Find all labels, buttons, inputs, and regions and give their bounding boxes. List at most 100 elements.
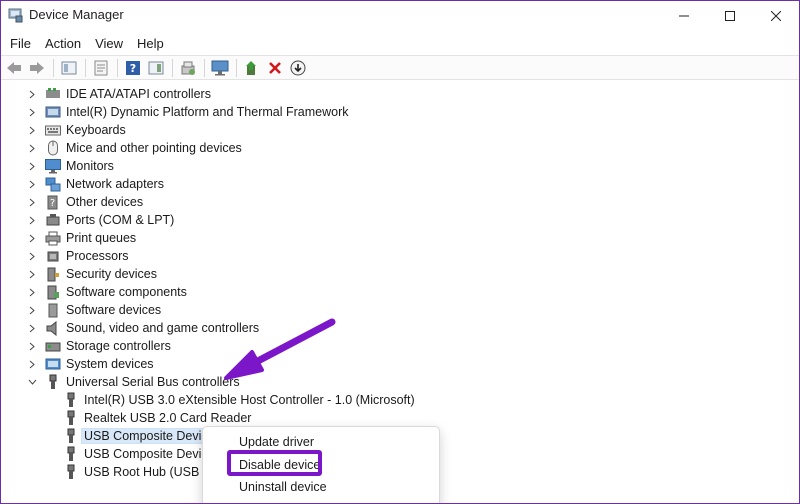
other-devices-icon: ? bbox=[45, 194, 61, 210]
port-icon bbox=[45, 212, 61, 228]
maximize-button[interactable] bbox=[707, 1, 753, 31]
tree-item-label: Realtek USB 2.0 Card Reader bbox=[84, 411, 252, 425]
chevron-right-icon[interactable] bbox=[27, 233, 37, 243]
usb-icon bbox=[63, 392, 79, 408]
tree-item-label: Intel(R) Dynamic Platform and Thermal Fr… bbox=[66, 105, 349, 119]
chevron-right-icon[interactable] bbox=[27, 323, 37, 333]
chevron-right-icon[interactable] bbox=[27, 341, 37, 351]
mouse-icon bbox=[45, 140, 61, 156]
usb-icon bbox=[63, 464, 79, 480]
usb-icon bbox=[63, 446, 79, 462]
help-icon[interactable]: ? bbox=[123, 58, 143, 78]
scan-hardware-icon[interactable] bbox=[178, 58, 198, 78]
chevron-right-icon[interactable] bbox=[27, 251, 37, 261]
tree-item-label: Mice and other pointing devices bbox=[66, 141, 242, 155]
tree-item-usb-controllers[interactable]: Universal Serial Bus controllers bbox=[27, 373, 240, 391]
minimize-button[interactable] bbox=[661, 1, 707, 31]
menu-item-uninstall-device[interactable]: Uninstall device bbox=[239, 480, 327, 494]
tree-item-monitors[interactable]: Monitors bbox=[27, 157, 114, 175]
toolbar-separator bbox=[53, 58, 54, 77]
tree-item-network-adapters[interactable]: Network adapters bbox=[27, 175, 164, 193]
tree-item-label: Processors bbox=[66, 249, 129, 263]
system-device-icon bbox=[45, 356, 61, 372]
usb-icon bbox=[63, 428, 79, 444]
keyboard-icon bbox=[45, 122, 61, 138]
update-driver-icon[interactable] bbox=[242, 58, 262, 78]
tree-item-security-devices[interactable]: Security devices bbox=[27, 265, 157, 283]
chevron-right-icon[interactable] bbox=[27, 305, 37, 315]
chevron-right-icon[interactable] bbox=[27, 359, 37, 369]
window-title: Device Manager bbox=[29, 7, 124, 22]
tree-item-mice[interactable]: Mice and other pointing devices bbox=[27, 139, 242, 157]
properties-icon[interactable] bbox=[91, 58, 111, 78]
chevron-down-icon[interactable] bbox=[27, 377, 37, 387]
device-manager-window: Device Manager File Action View Help ? I… bbox=[0, 0, 800, 504]
tree-item-intel-usb3-host[interactable]: Intel(R) USB 3.0 eXtensible Host Control… bbox=[63, 391, 415, 409]
computer-monitor-icon[interactable] bbox=[210, 58, 230, 78]
ide-controller-icon bbox=[45, 86, 61, 102]
menu-file[interactable]: File bbox=[4, 36, 37, 51]
tree-item-label: Intel(R) USB 3.0 eXtensible Host Control… bbox=[84, 393, 415, 407]
usb-icon bbox=[63, 410, 79, 426]
tree-item-keyboards[interactable]: Keyboards bbox=[27, 121, 126, 139]
chevron-right-icon[interactable] bbox=[27, 143, 37, 153]
tree-item-print-queues[interactable]: Print queues bbox=[27, 229, 136, 247]
chevron-right-icon[interactable] bbox=[27, 107, 37, 117]
toolbar-separator bbox=[85, 58, 86, 77]
chevron-right-icon[interactable] bbox=[27, 125, 37, 135]
toolbar-separator bbox=[204, 58, 205, 77]
tree-item-ports[interactable]: Ports (COM & LPT) bbox=[27, 211, 174, 229]
tree-item-software-components[interactable]: Software components bbox=[27, 283, 187, 301]
chevron-right-icon[interactable] bbox=[27, 287, 37, 297]
chevron-right-icon[interactable] bbox=[27, 215, 37, 225]
tree-item-other-devices[interactable]: ? Other devices bbox=[27, 193, 143, 211]
forward-arrow-icon[interactable] bbox=[27, 58, 47, 78]
security-device-icon bbox=[45, 266, 61, 282]
menu-help[interactable]: Help bbox=[131, 36, 170, 51]
monitor-icon bbox=[45, 158, 61, 174]
network-adapter-icon bbox=[45, 176, 61, 192]
menu-action[interactable]: Action bbox=[39, 36, 87, 51]
software-component-icon bbox=[45, 284, 61, 300]
software-device-icon bbox=[45, 302, 61, 318]
window-controls bbox=[661, 1, 799, 31]
chevron-right-icon[interactable] bbox=[27, 197, 37, 207]
toolbar-separator bbox=[172, 58, 173, 77]
tree-item-label: Sound, video and game controllers bbox=[66, 321, 260, 335]
tree-item-ide-ata-atapi[interactable]: IDE ATA/ATAPI controllers bbox=[27, 85, 211, 103]
menu-item-update-driver[interactable]: Update driver bbox=[239, 435, 314, 449]
close-button[interactable] bbox=[753, 1, 799, 31]
title-bar: Device Manager bbox=[1, 1, 799, 31]
chevron-right-icon[interactable] bbox=[27, 89, 37, 99]
download-disable-icon[interactable] bbox=[288, 58, 308, 78]
tree-item-system-devices[interactable]: System devices bbox=[27, 355, 154, 373]
tree-item-sound-video-game[interactable]: Sound, video and game controllers bbox=[27, 319, 259, 337]
tree-item-intel-dptf[interactable]: Intel(R) Dynamic Platform and Thermal Fr… bbox=[27, 103, 348, 121]
uninstall-x-icon[interactable] bbox=[265, 58, 285, 78]
usb-icon bbox=[45, 374, 61, 390]
chevron-right-icon[interactable] bbox=[27, 161, 37, 171]
chevron-right-icon[interactable] bbox=[27, 179, 37, 189]
tree-item-label: Network adapters bbox=[66, 177, 164, 191]
show-hide-tree-icon[interactable] bbox=[59, 58, 79, 78]
tree-item-label: Other devices bbox=[66, 195, 144, 209]
back-arrow-icon[interactable] bbox=[4, 58, 24, 78]
action-pane-icon[interactable] bbox=[146, 58, 166, 78]
thermal-framework-icon bbox=[45, 104, 61, 120]
tree-item-usb-composite-selected[interactable]: USB Composite Device bbox=[63, 427, 218, 445]
tree-item-software-devices[interactable]: Software devices bbox=[27, 301, 161, 319]
chevron-right-icon[interactable] bbox=[27, 269, 37, 279]
tree-item-processors[interactable]: Processors bbox=[27, 247, 129, 265]
printer-icon bbox=[45, 230, 61, 246]
tree-item-label: Keyboards bbox=[66, 123, 126, 137]
tree-item-label: USB Composite Device bbox=[84, 447, 215, 461]
storage-controller-icon bbox=[45, 338, 61, 354]
tree-item-label: System devices bbox=[66, 357, 154, 371]
tree-item-usb-composite[interactable]: USB Composite Device bbox=[63, 445, 215, 463]
menu-view[interactable]: View bbox=[89, 36, 129, 51]
tree-item-storage-controllers[interactable]: Storage controllers bbox=[27, 337, 171, 355]
tree-item-label: USB Composite Device bbox=[81, 428, 218, 444]
tree-item-usb-root-hub[interactable]: USB Root Hub (USB 3.0) bbox=[63, 463, 224, 481]
tree-item-realtek-card-reader[interactable]: Realtek USB 2.0 Card Reader bbox=[63, 409, 251, 427]
highlight-annotation-box bbox=[227, 450, 322, 476]
